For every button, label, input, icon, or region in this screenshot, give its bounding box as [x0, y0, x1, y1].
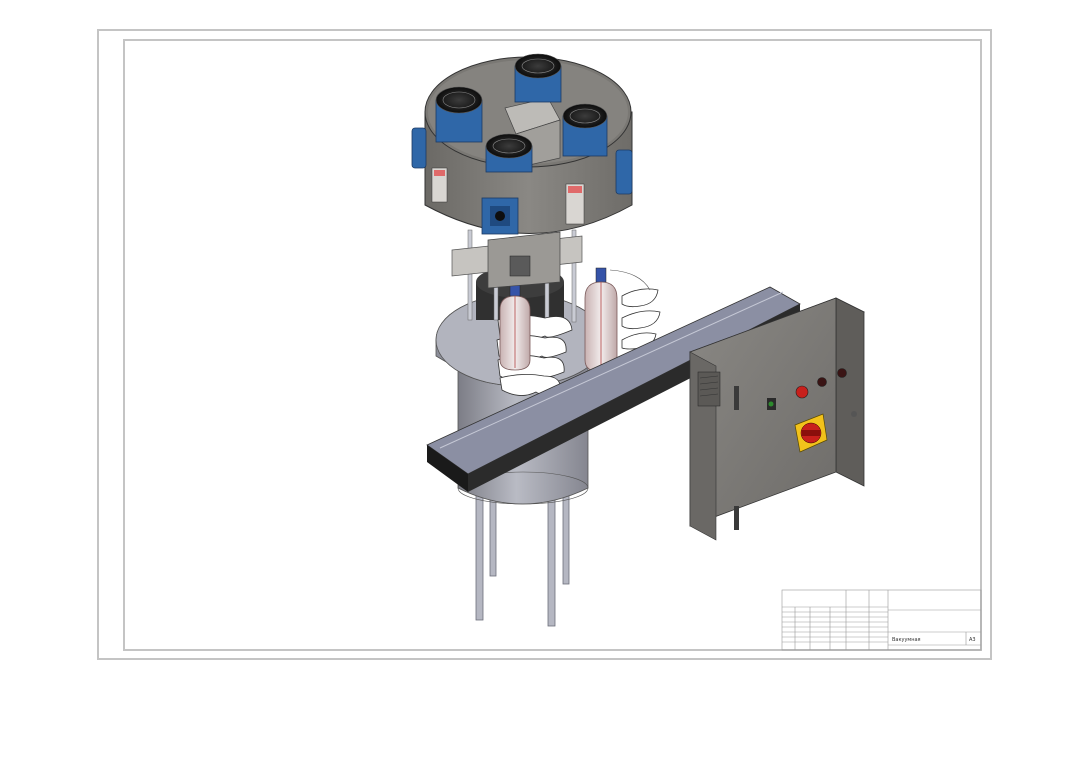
- title-block: [781, 589, 982, 651]
- drawing-name: Вакуумная: [892, 637, 921, 643]
- motor-top-left: [435, 86, 483, 143]
- motor-top-right: [562, 103, 608, 157]
- motor-top-front: [485, 133, 533, 173]
- sheet-format: А3: [969, 637, 976, 643]
- motor-top-center: [514, 53, 562, 103]
- machine-assembly-drawing: Вакуумная А3: [411, 53, 982, 651]
